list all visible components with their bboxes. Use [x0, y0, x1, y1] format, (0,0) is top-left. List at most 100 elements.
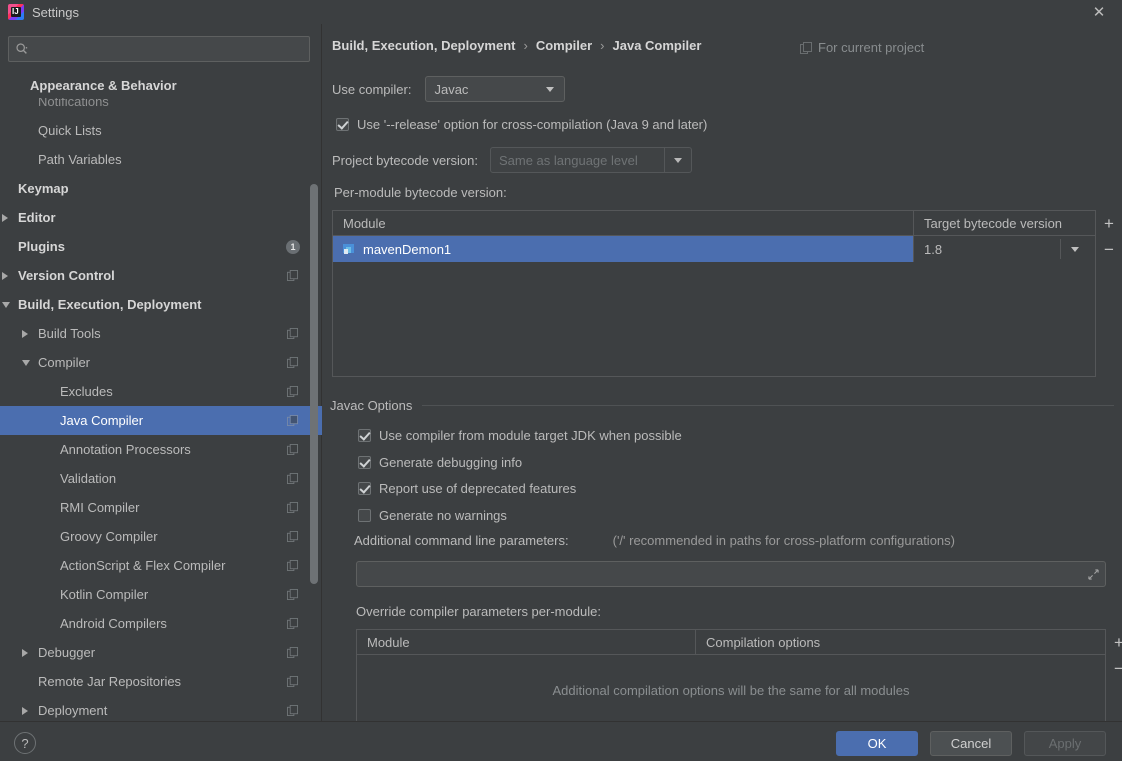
apply-button[interactable]: Apply	[1024, 731, 1106, 756]
override-params-label-row: Override compiler parameters per-module:	[356, 604, 601, 619]
title-bar: IJ Settings ✕	[0, 0, 1122, 24]
ok-button[interactable]: OK	[836, 731, 918, 756]
sidebar-item-deployment[interactable]: Deployment	[0, 696, 322, 721]
table-row[interactable]: mavenDemon1 1.8	[333, 236, 1095, 262]
additional-params-label-row: Additional command line parameters: ('/'…	[354, 533, 955, 548]
use-compiler-dropdown[interactable]: Javac	[425, 76, 566, 102]
sidebar-item-label: Android Compilers	[60, 616, 167, 631]
sidebar-sticky-header[interactable]: Appearance & Behavior	[0, 72, 312, 98]
sidebar-item-java-compiler[interactable]: Java Compiler	[0, 406, 322, 435]
release-option-checkbox[interactable]	[336, 118, 349, 131]
sidebar-scrollbar[interactable]	[310, 72, 318, 721]
javac-option-checkbox[interactable]	[358, 508, 371, 522]
override-params-label: Override compiler parameters per-module:	[356, 604, 601, 619]
sidebar-item-label: Excludes	[60, 384, 113, 399]
sidebar-item-android-compilers[interactable]: Android Compilers	[0, 609, 322, 638]
sidebar-item-remote-jar-repositories[interactable]: Remote Jar Repositories	[0, 667, 322, 696]
breadcrumb-item-compiler[interactable]: Compiler	[536, 38, 592, 53]
chevron-down-icon[interactable]	[2, 301, 10, 308]
sidebar-item-plugins[interactable]: Plugins 1	[0, 232, 322, 261]
sidebar-item-quick-lists[interactable]: Quick Lists	[0, 116, 322, 145]
sidebar-item-label: Build Tools	[38, 326, 101, 341]
override-table-body: Additional compilation options will be t…	[357, 655, 1105, 721]
settings-tree[interactable]: Appearance & BehaviorNotificationsQuick …	[0, 72, 322, 721]
sidebar-item-validation[interactable]: Validation	[0, 464, 322, 493]
copy-settings-icon	[287, 444, 298, 455]
copy-settings-icon	[287, 386, 298, 397]
target-bytecode-dropdown[interactable]: 1.8	[913, 236, 1095, 262]
sidebar-item-label: Kotlin Compiler	[60, 587, 149, 602]
chevron-down-icon[interactable]	[22, 359, 30, 366]
copy-settings-icon	[287, 676, 298, 687]
chevron-right-icon[interactable]	[2, 271, 8, 280]
javac-option-row[interactable]: Use compiler from module target JDK when…	[358, 428, 682, 443]
chevron-right-icon[interactable]	[22, 706, 28, 715]
project-bytecode-dropdown[interactable]: Same as language level	[489, 147, 692, 173]
per-module-bytecode-table[interactable]: Module Target bytecode version mavenDemo…	[332, 210, 1096, 377]
search-input[interactable]	[33, 42, 309, 56]
sidebar-item-groovy-compiler[interactable]: Groovy Compiler	[0, 522, 322, 551]
close-icon[interactable]: ✕	[1076, 0, 1122, 24]
chevron-down-icon	[546, 86, 555, 92]
sidebar-item-kotlin-compiler[interactable]: Kotlin Compiler	[0, 580, 322, 609]
sidebar-item-annotation-processors[interactable]: Annotation Processors	[0, 435, 322, 464]
override-empty-note: Additional compilation options will be t…	[552, 683, 910, 698]
javac-option-row[interactable]: Generate no warnings	[358, 508, 507, 523]
sidebar-item-label: Build, Execution, Deployment	[18, 297, 202, 312]
copy-settings-icon	[287, 328, 298, 339]
sidebar-item-rmi-compiler[interactable]: RMI Compiler	[0, 493, 322, 522]
table-header: Module Target bytecode version	[333, 211, 1095, 236]
intellij-idea-icon: IJ	[8, 4, 24, 20]
breadcrumb-item-java-compiler: Java Compiler	[612, 38, 702, 53]
sidebar-item-debugger[interactable]: Debugger	[0, 638, 322, 667]
column-header-override-module[interactable]: Module	[357, 630, 695, 654]
settings-main-panel: Build, Execution, Deployment › Compiler …	[322, 24, 1122, 721]
sidebar-item-actionscript-flex-compiler[interactable]: ActionScript & Flex Compiler	[0, 551, 322, 580]
help-button[interactable]: ?	[14, 732, 36, 754]
sidebar-item-path-variables[interactable]: Path Variables	[0, 145, 322, 174]
chevron-right-icon[interactable]	[22, 648, 28, 657]
sidebar-item-editor[interactable]: Editor	[0, 203, 322, 232]
chevron-down-icon	[673, 157, 682, 163]
release-option-row[interactable]: Use '--release' option for cross-compila…	[336, 117, 707, 132]
project-bytecode-value: Same as language level	[498, 152, 638, 168]
chevron-right-icon[interactable]	[22, 329, 28, 338]
override-params-table[interactable]: Module Compilation options Additional co…	[356, 629, 1106, 721]
additional-params-hint: ('/' recommended in paths for cross-plat…	[612, 533, 955, 548]
copy-settings-icon	[287, 473, 298, 484]
javac-option-checkbox[interactable]	[358, 455, 371, 469]
column-header-compilation-options[interactable]: Compilation options	[695, 630, 1105, 654]
sidebar-item-compiler[interactable]: Compiler	[0, 348, 322, 377]
sidebar-item-label: Deployment	[38, 703, 108, 718]
sidebar-item-build-tools[interactable]: Build Tools	[0, 319, 322, 348]
settings-dialog: IJ Settings ✕ Appearance & BehaviorNotif…	[0, 0, 1122, 761]
javac-option-checkbox[interactable]	[358, 482, 371, 495]
chevron-right-icon[interactable]	[2, 213, 8, 222]
project-bytecode-row: Project bytecode version: Same as langua…	[332, 147, 692, 173]
sidebar-item-version-control[interactable]: Version Control	[0, 261, 322, 290]
module-name-text: mavenDemon1	[363, 241, 452, 257]
copy-settings-icon	[287, 270, 298, 281]
module-icon	[343, 244, 354, 254]
javac-option-row[interactable]: Report use of deprecated features	[358, 481, 576, 496]
sidebar-item-label: Debugger	[38, 645, 96, 660]
javac-option-row[interactable]: Generate debugging info	[358, 455, 522, 470]
cell-module-name[interactable]: mavenDemon1	[333, 236, 913, 262]
cell-target-bytecode[interactable]: 1.8	[913, 236, 1095, 262]
search-box[interactable]	[8, 36, 310, 62]
copy-settings-icon	[287, 415, 298, 426]
column-header-module[interactable]: Module	[333, 211, 913, 235]
expand-field-icon[interactable]	[1088, 568, 1099, 580]
column-header-target-bytecode[interactable]: Target bytecode version	[913, 211, 1095, 235]
sidebar-item-excludes[interactable]: Excludes	[0, 377, 322, 406]
main-panel-scrollbar[interactable]	[1110, 24, 1120, 721]
sidebar-item-keymap[interactable]: Keymap	[0, 174, 322, 203]
sidebar-scrollbar-thumb[interactable]	[310, 184, 318, 584]
additional-params-input[interactable]	[356, 561, 1106, 587]
breadcrumb-item-build[interactable]: Build, Execution, Deployment	[332, 38, 515, 53]
sidebar-item-build-execution-deployment[interactable]: Build, Execution, Deployment	[0, 290, 322, 319]
cancel-button[interactable]: Cancel	[930, 731, 1012, 756]
use-compiler-value: Javac	[434, 81, 469, 97]
javac-option-checkbox[interactable]	[358, 429, 371, 442]
for-current-project-text: For current project	[818, 40, 925, 55]
